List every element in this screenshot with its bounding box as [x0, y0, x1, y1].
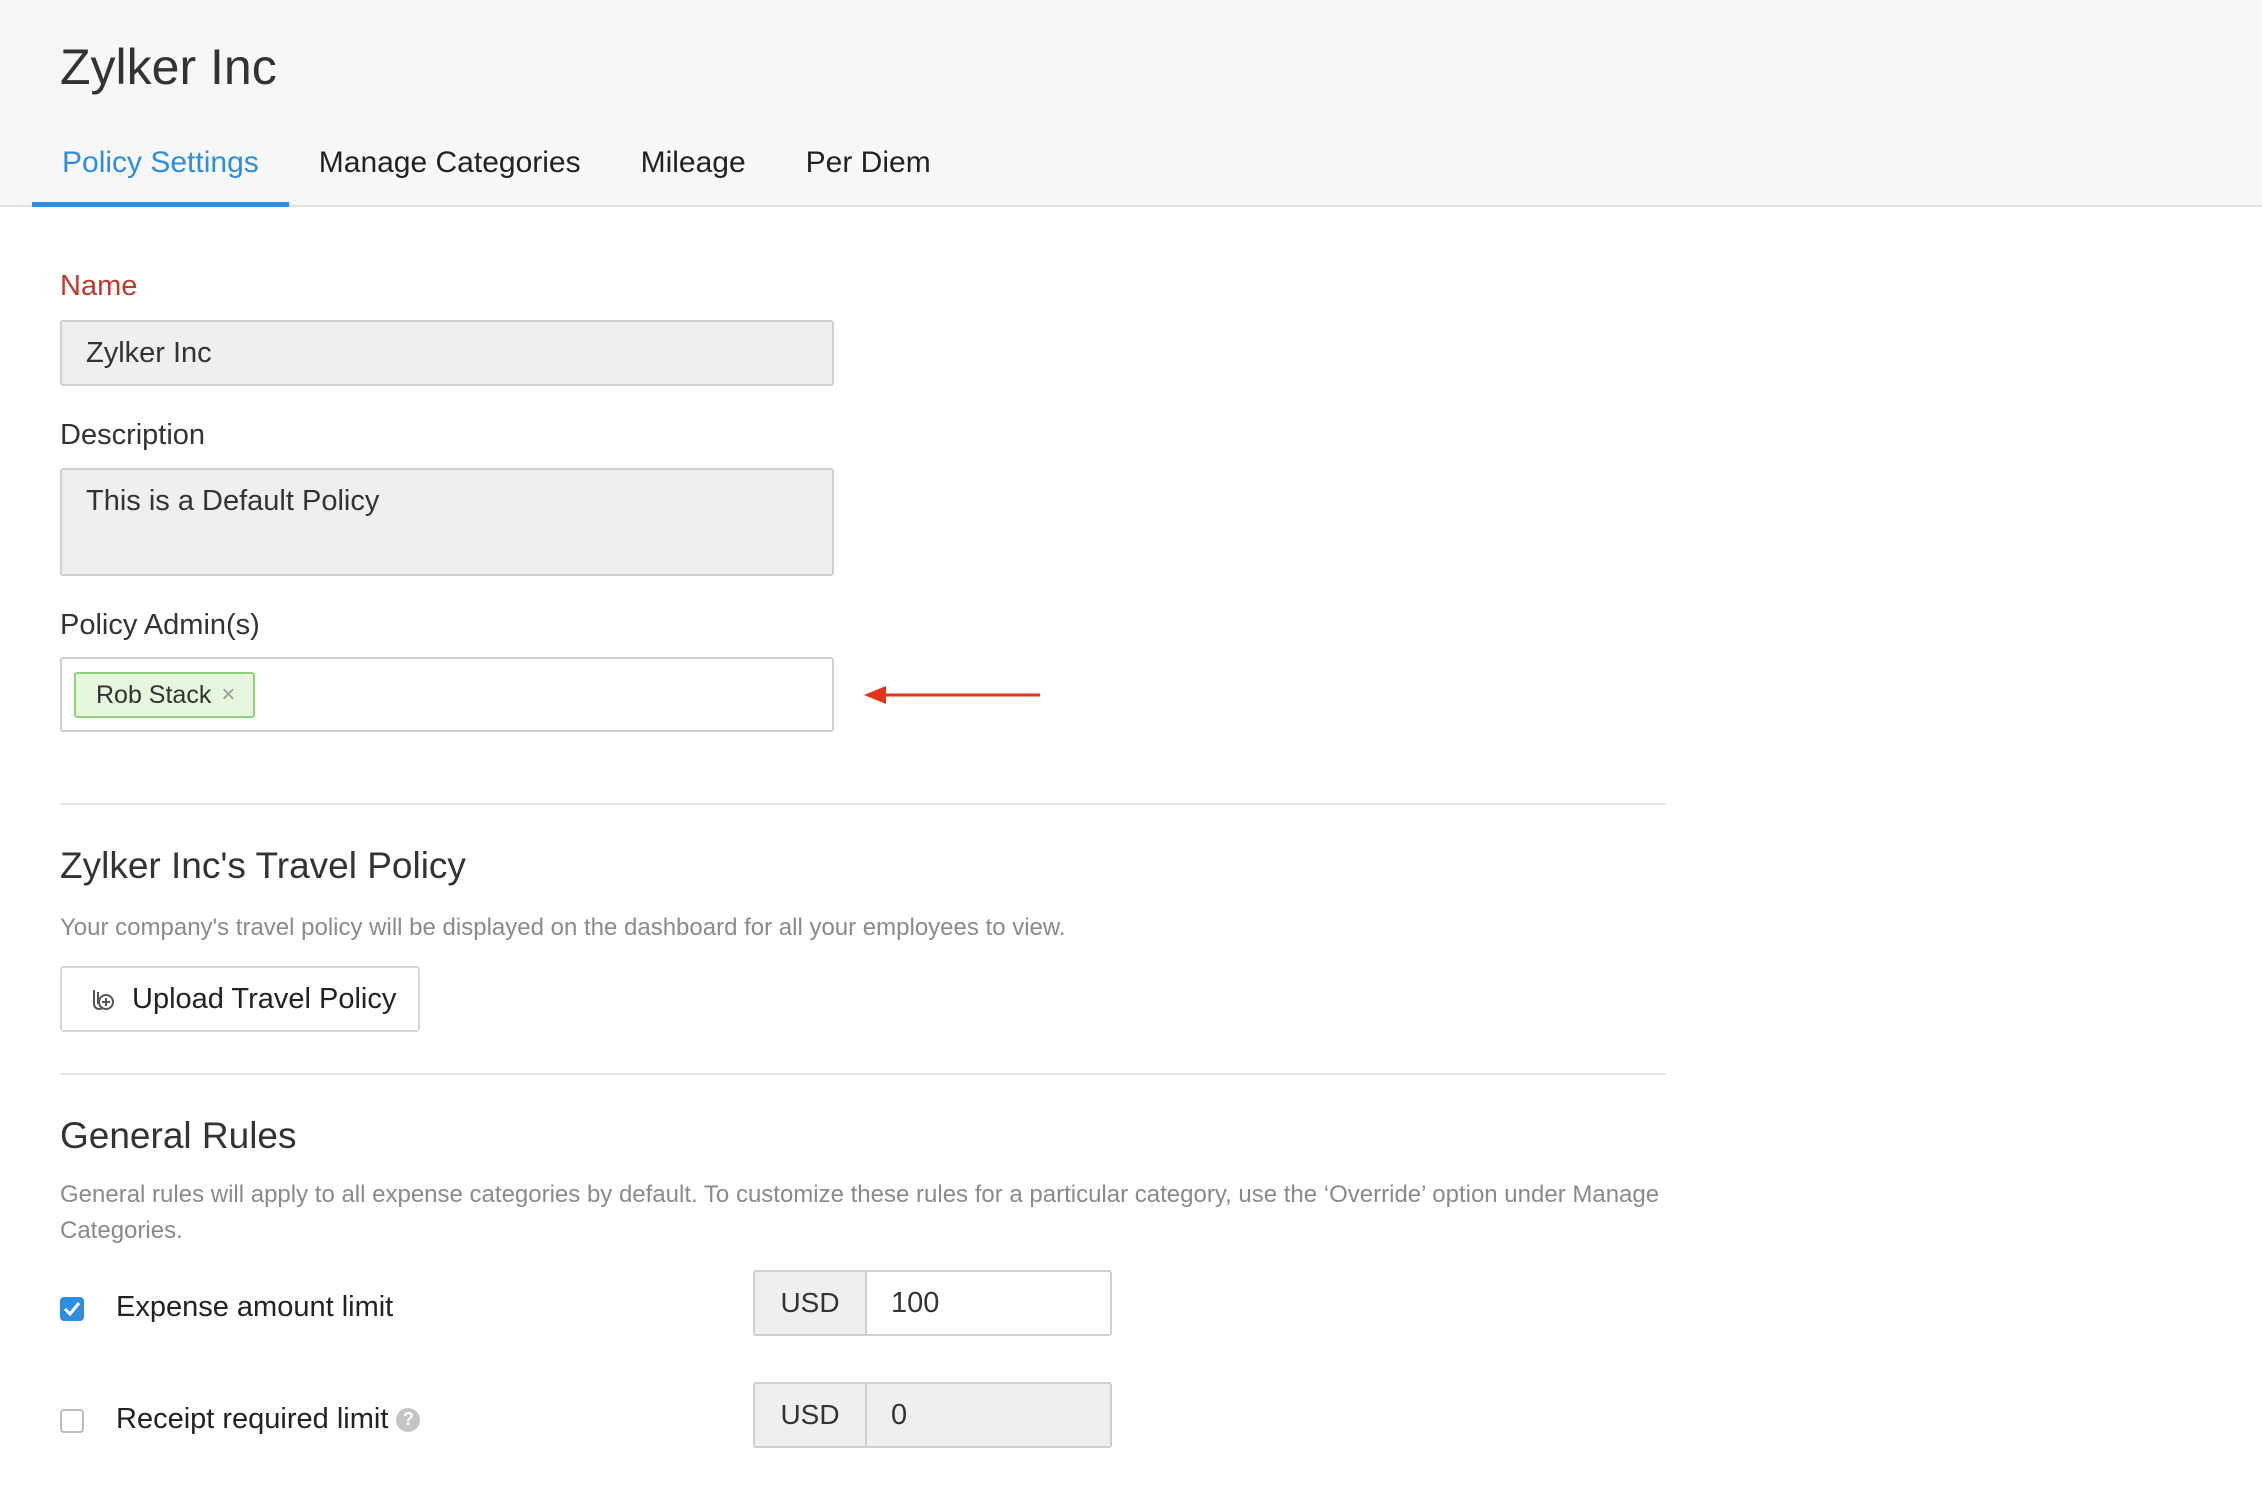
policy-admins-field[interactable]: Rob Stack ×	[60, 657, 834, 732]
expense-amount-limit-input-group: USD 100	[753, 1270, 1112, 1336]
tab-per-diem[interactable]: Per Diem	[776, 140, 961, 207]
admin-chip: Rob Stack ×	[74, 672, 256, 718]
name-value: Zylker Inc	[86, 337, 212, 369]
description-value: This is a Default Policy	[86, 485, 380, 517]
help-icon[interactable]: ?	[396, 1407, 421, 1432]
page-header: Zylker Inc Policy Settings Manage Catego…	[0, 0, 2262, 207]
expense-amount-limit-label: Expense amount limit	[116, 1291, 393, 1324]
expense-amount-limit-text: Expense amount limit	[116, 1291, 394, 1323]
annotation-arrow-icon	[864, 686, 1040, 704]
attachment-add-icon	[93, 990, 114, 1010]
description-field[interactable]: This is a Default Policy	[60, 468, 834, 576]
divider	[60, 803, 1666, 805]
checkmark-icon	[63, 1302, 81, 1317]
tab-manage-categories[interactable]: Manage Categories	[289, 140, 611, 207]
travel-policy-description: Your company's travel policy will be dis…	[60, 914, 1066, 941]
receipt-required-limit-label: Receipt required limit ?	[116, 1403, 421, 1436]
travel-policy-title: Zylker Inc's Travel Policy	[60, 845, 466, 886]
tab-policy-settings[interactable]: Policy Settings	[32, 140, 289, 207]
policy-admins-label: Policy Admin(s)	[60, 609, 260, 641]
expense-amount-limit-checkbox[interactable]	[60, 1297, 84, 1321]
name-label: Name	[60, 270, 138, 302]
upload-travel-policy-label: Upload Travel Policy	[132, 982, 397, 1015]
expense-amount-limit-value: 100	[891, 1286, 940, 1319]
general-rules-description: General rules will apply to all expense …	[60, 1181, 1660, 1244]
currency-addon: USD	[753, 1270, 865, 1336]
expense-amount-limit-input[interactable]: 100	[865, 1270, 1112, 1336]
receipt-required-limit-input-group: USD 0	[753, 1382, 1112, 1448]
divider	[60, 1073, 1666, 1075]
policy-settings-page: Zylker Inc Policy Settings Manage Catego…	[0, 0, 2262, 1496]
currency-addon: USD	[753, 1382, 865, 1448]
upload-travel-policy-button[interactable]: Upload Travel Policy	[60, 966, 420, 1032]
general-rules-title: General Rules	[60, 1115, 297, 1156]
receipt-required-limit-checkbox[interactable]	[60, 1409, 84, 1433]
admin-chip-label: Rob Stack	[96, 680, 212, 709]
tab-bar: Policy Settings Manage Categories Mileag…	[32, 140, 961, 207]
page-title: Zylker Inc	[60, 39, 277, 95]
tab-mileage[interactable]: Mileage	[611, 140, 776, 207]
description-label: Description	[60, 419, 206, 451]
name-field[interactable]: Zylker Inc	[60, 320, 834, 386]
receipt-required-limit-input[interactable]: 0	[865, 1382, 1112, 1448]
receipt-required-limit-text: Receipt required limit	[116, 1403, 389, 1435]
remove-chip-icon[interactable]: ×	[221, 681, 235, 709]
receipt-required-limit-value: 0	[891, 1398, 908, 1431]
